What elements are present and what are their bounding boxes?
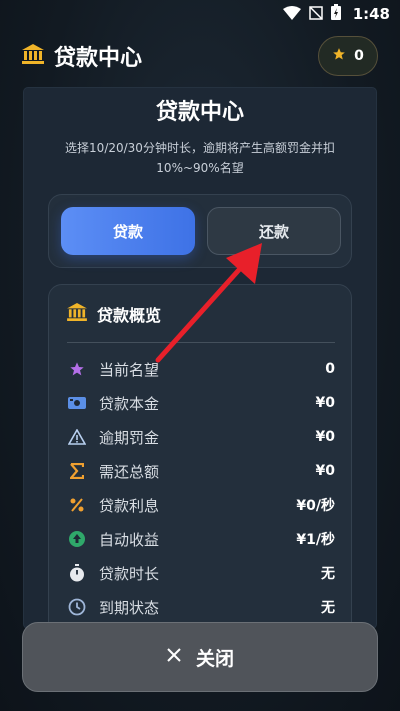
row-value: ¥1/秒 xyxy=(296,532,335,548)
status-time: 1:48 xyxy=(352,5,390,23)
row-principal: 贷款本金 ¥0 xyxy=(67,390,335,416)
row-duration: 贷款时长 无 xyxy=(67,560,335,586)
header: 贷款中心 0 xyxy=(0,32,400,80)
arrow-up-circle-icon xyxy=(67,530,87,548)
row-label: 当前名望 xyxy=(99,360,160,379)
row-due-status: 到期状态 无 xyxy=(67,594,335,620)
percent-icon xyxy=(67,497,87,513)
wifi-icon xyxy=(282,5,301,24)
divider xyxy=(67,342,335,343)
loan-overview-card: 贷款概览 当前名望 0 贷款本金 ¥0 逾期罚金 ¥0 需还总额 ¥0 贷款利息… xyxy=(48,284,352,628)
panel-title: 贷款中心 xyxy=(155,100,244,125)
row-label: 逾期罚金 xyxy=(99,428,160,447)
overview-title: 贷款概览 xyxy=(97,306,162,325)
star-icon xyxy=(67,361,87,377)
row-label: 到期状态 xyxy=(99,598,160,617)
loan-panel: 贷款中心 选择10/20/30分钟时长，逾期将产生高额罚金并扣10%~90%名望… xyxy=(24,88,376,628)
bank-icon xyxy=(67,303,87,325)
sigma-icon xyxy=(67,463,87,479)
row-label: 贷款时长 xyxy=(99,564,160,583)
status-bar: 1:48 xyxy=(0,0,400,28)
money-icon xyxy=(67,396,87,410)
row-auto-income: 自动收益 ¥1/秒 xyxy=(67,526,335,552)
row-reputation: 当前名望 0 xyxy=(67,356,335,382)
star-badge[interactable]: 0 xyxy=(318,36,378,76)
row-value: 无 xyxy=(321,600,335,616)
star-count: 0 xyxy=(354,48,364,64)
row-value: 无 xyxy=(321,566,335,582)
battery-icon xyxy=(330,4,341,24)
page-title: 贷款中心 xyxy=(54,46,143,71)
star-icon xyxy=(332,47,346,65)
stopwatch-icon xyxy=(67,564,87,582)
row-penalty: 逾期罚金 ¥0 xyxy=(67,424,335,450)
clock-icon xyxy=(67,598,87,616)
close-button[interactable]: 关闭 xyxy=(22,622,378,692)
row-value: ¥0 xyxy=(315,463,335,479)
row-value: ¥0 xyxy=(315,429,335,445)
row-label: 贷款本金 xyxy=(99,394,160,413)
tab-loan[interactable]: 贷款 xyxy=(61,207,195,255)
warning-icon xyxy=(67,429,87,445)
panel-subtitle: 选择10/20/30分钟时长，逾期将产生高额罚金并扣10%~90%名望 xyxy=(65,141,335,175)
row-total-due: 需还总额 ¥0 xyxy=(67,458,335,484)
row-label: 需还总额 xyxy=(99,462,160,481)
row-label: 贷款利息 xyxy=(99,496,160,515)
overview-header: 贷款概览 xyxy=(67,299,161,329)
row-value: ¥0/秒 xyxy=(296,498,335,514)
row-value: 0 xyxy=(325,361,335,377)
tab-repay[interactable]: 还款 xyxy=(207,207,341,255)
row-value: ¥0 xyxy=(315,395,335,411)
bank-icon xyxy=(22,44,44,68)
row-label: 自动收益 xyxy=(99,530,160,549)
row-interest: 贷款利息 ¥0/秒 xyxy=(67,492,335,518)
tab-switcher: 贷款 还款 xyxy=(48,194,352,268)
close-icon xyxy=(166,646,182,668)
close-label: 关闭 xyxy=(195,647,234,670)
no-sim-icon xyxy=(308,5,323,24)
